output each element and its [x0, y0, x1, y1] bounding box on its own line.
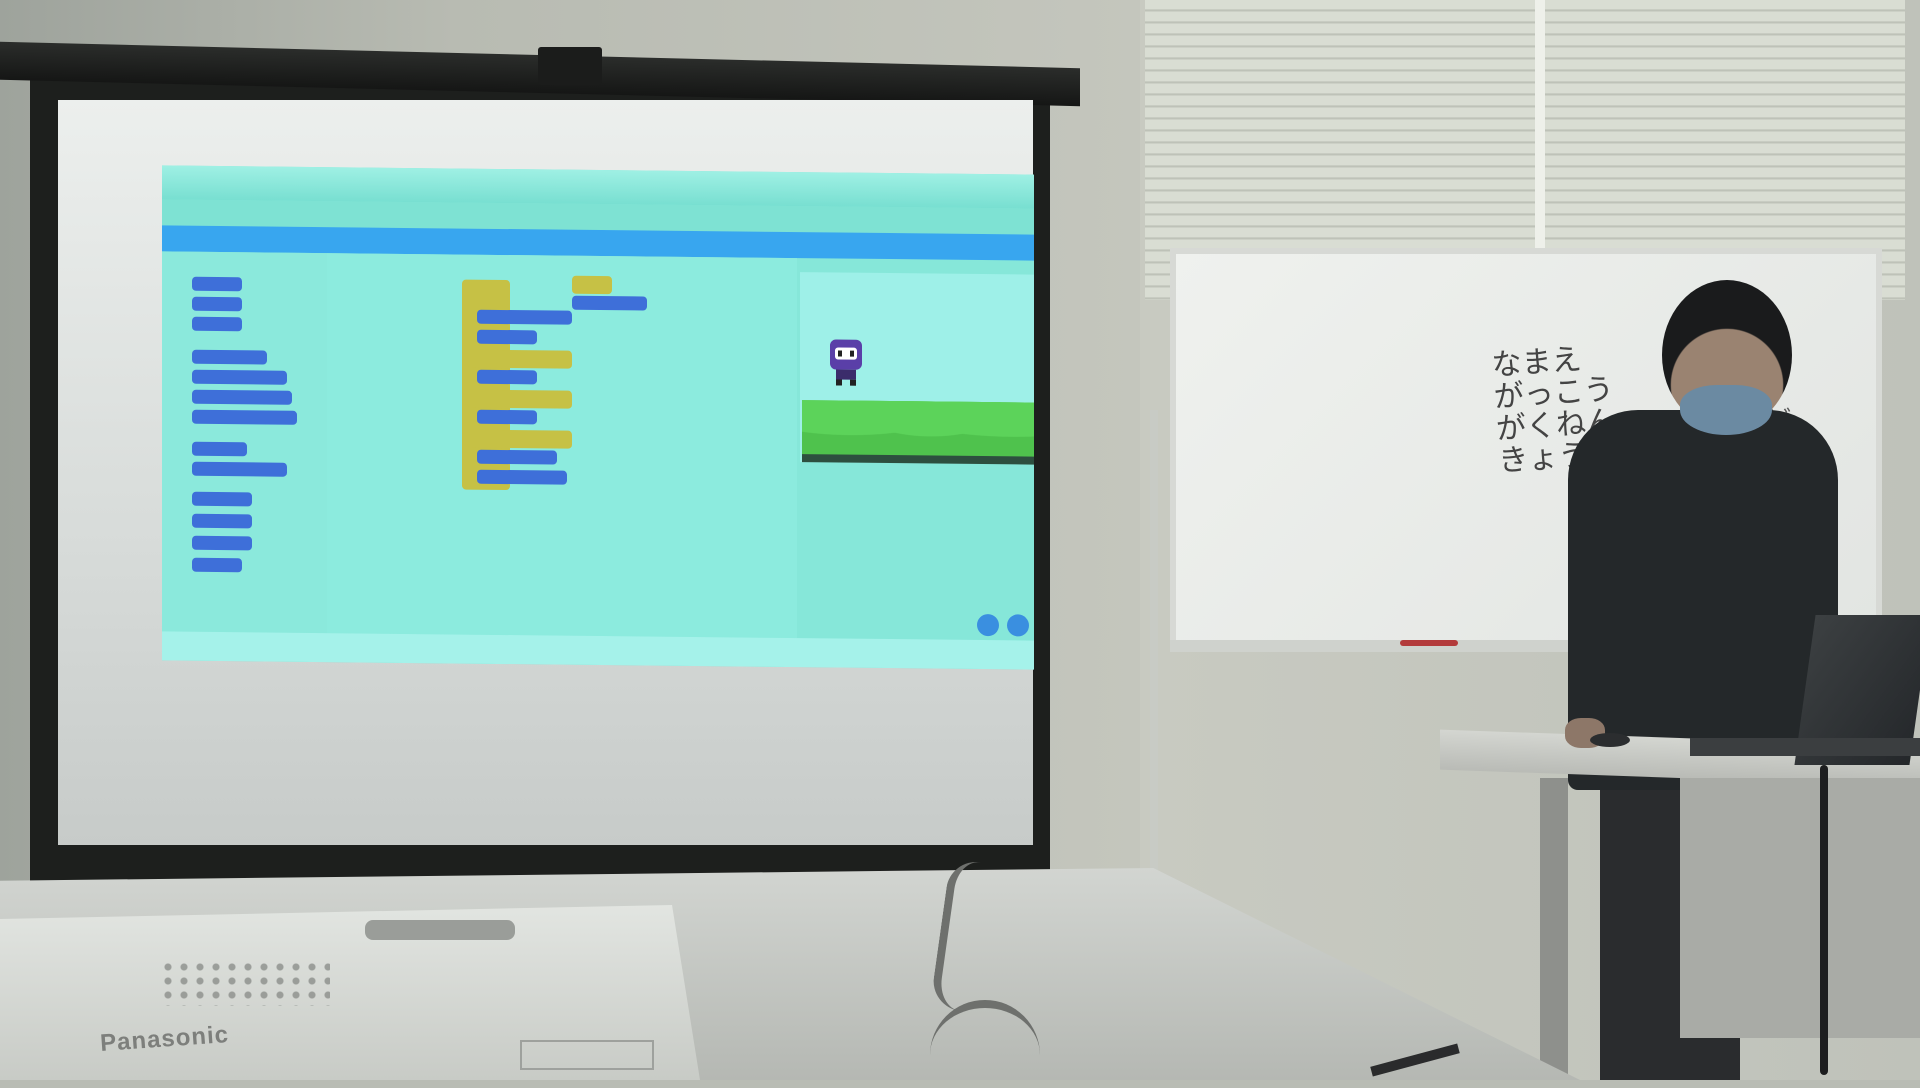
- palette-block: [192, 535, 252, 551]
- projected-block-palette: [162, 251, 327, 634]
- desk-leg: [1540, 778, 1568, 1078]
- code-block: [477, 469, 567, 485]
- projection-screen-hook: [538, 47, 602, 85]
- laptop-base: [1690, 738, 1920, 756]
- palette-block: [192, 389, 292, 405]
- laptop-cable: [1820, 765, 1828, 1075]
- projected-add-extension-button: [977, 613, 999, 637]
- code-block: [467, 389, 572, 409]
- code-block: [477, 409, 537, 425]
- palette-block: [192, 513, 252, 529]
- desk-body: [1680, 778, 1920, 1038]
- palette-block: [192, 557, 242, 573]
- palette-block: [192, 349, 267, 365]
- ninja-sprite: [830, 339, 862, 386]
- projected-code-workspace: [327, 253, 797, 639]
- code-block: [477, 309, 572, 325]
- palette-block: [192, 461, 287, 477]
- whiteboard-stand: [1150, 410, 1158, 870]
- palette-block: [192, 441, 247, 457]
- palette-block: [192, 369, 287, 385]
- whiteboard-marker: [1400, 640, 1458, 646]
- palette-block: [192, 409, 297, 425]
- palette-block: [192, 491, 252, 507]
- code-block: [477, 329, 537, 345]
- computer-mouse: [1590, 733, 1630, 747]
- code-block: [467, 349, 572, 369]
- code-block: [477, 369, 537, 385]
- window-post: [1535, 0, 1545, 270]
- palette-block: [192, 276, 242, 292]
- code-block: [572, 295, 647, 311]
- projector-sticker: [520, 1040, 654, 1070]
- stage-ground: [802, 454, 1034, 465]
- palette-block: [192, 316, 242, 332]
- projected-editor: [162, 165, 1034, 670]
- projected-add-sprite-button: [1007, 614, 1029, 637]
- projector-lens-slot: [365, 920, 515, 940]
- event-hat-block: [572, 275, 612, 295]
- palette-block: [192, 296, 242, 312]
- code-block: [477, 449, 557, 465]
- stage-grass: [802, 400, 1034, 459]
- face-mask: [1680, 385, 1772, 435]
- code-block: [467, 429, 572, 449]
- projector-vent: [160, 960, 330, 1006]
